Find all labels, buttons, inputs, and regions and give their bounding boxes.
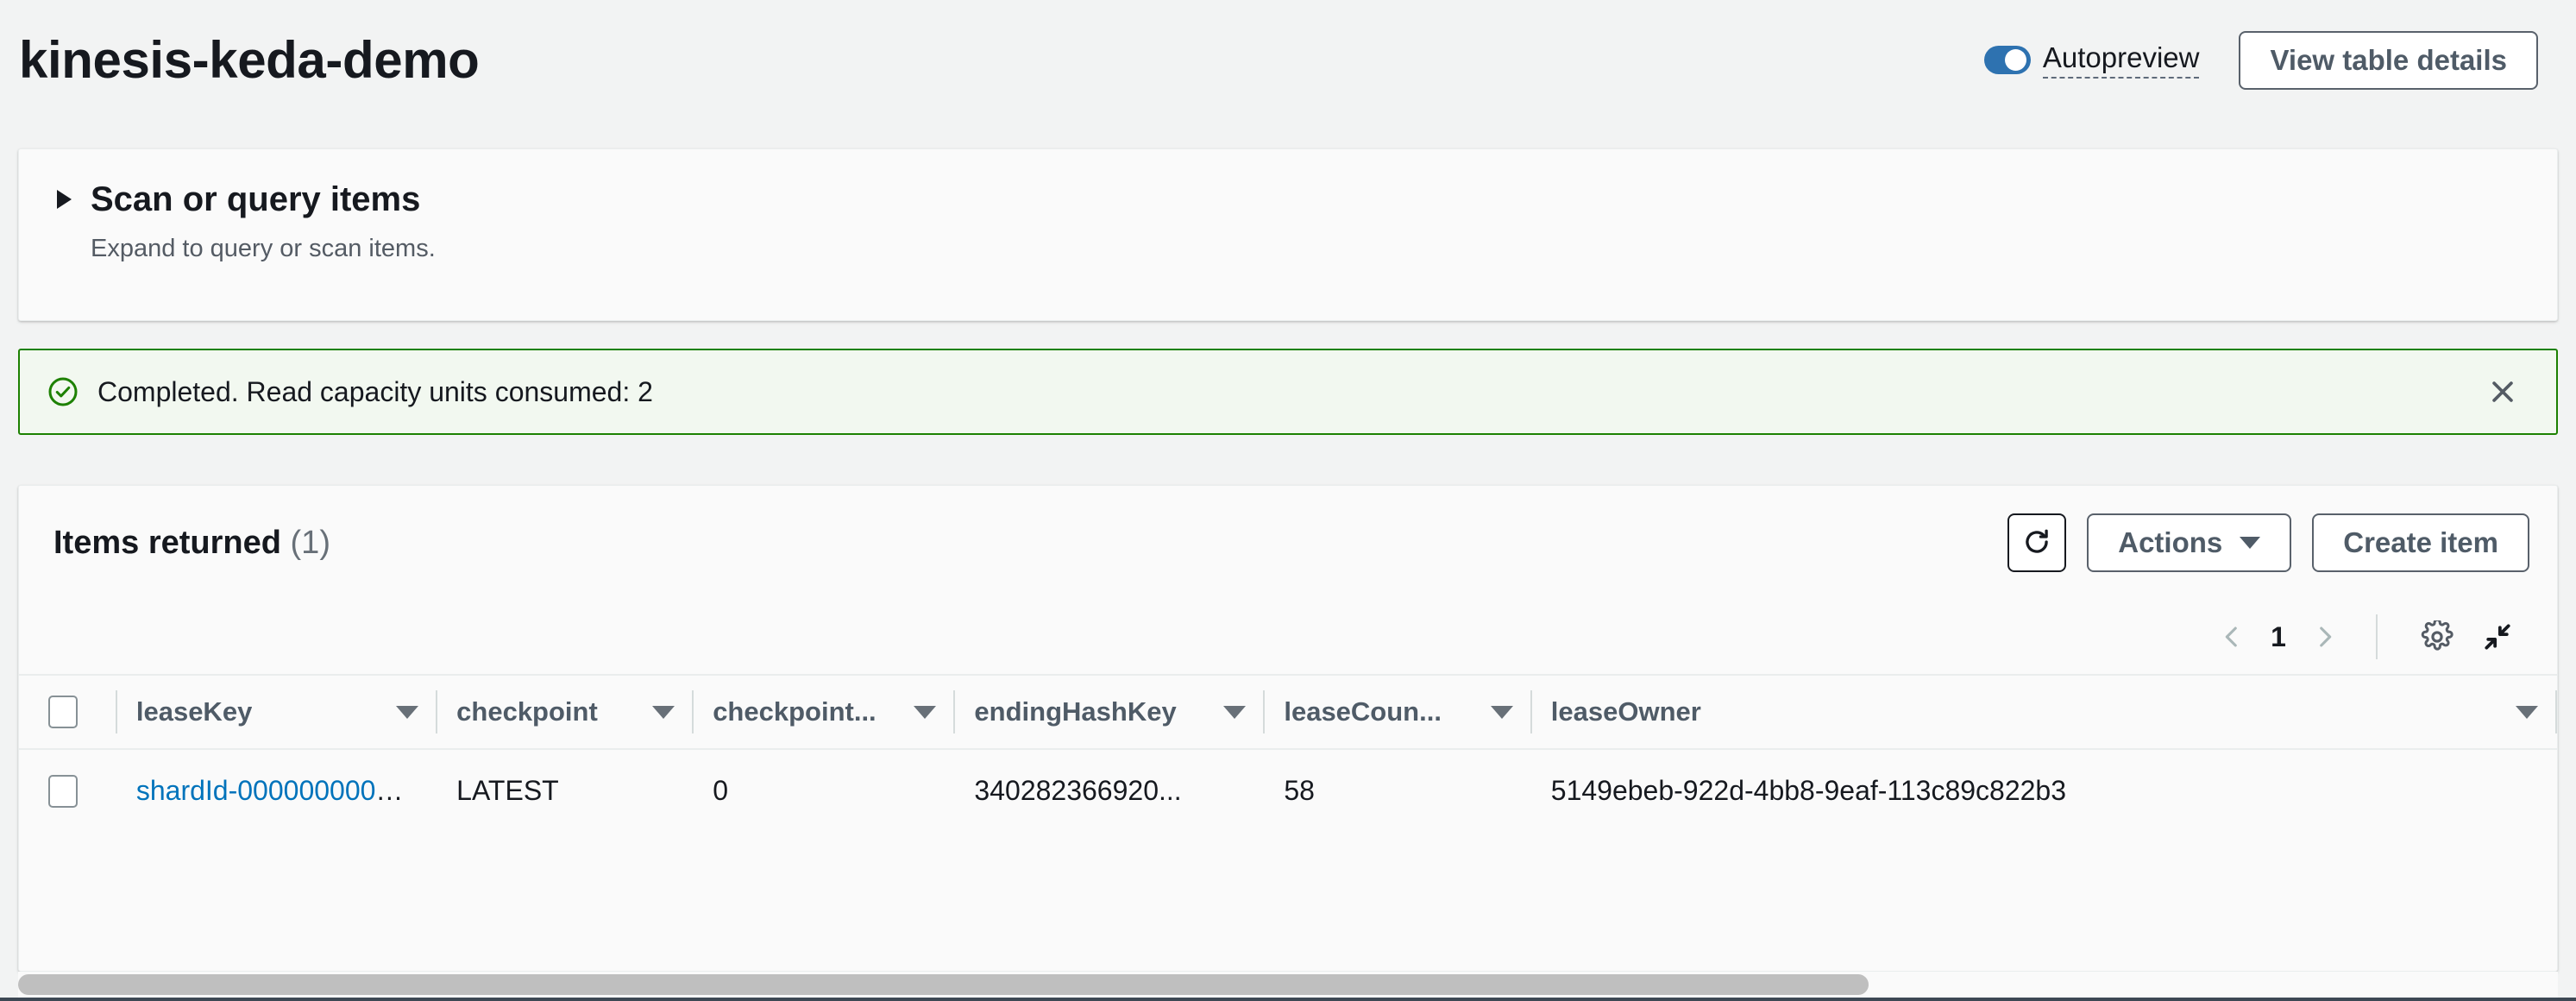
create-item-button[interactable]: Create item bbox=[2312, 513, 2529, 572]
scan-or-query-panel: Scan or query items Expand to query or s… bbox=[18, 148, 2558, 321]
select-all-checkbox[interactable] bbox=[48, 696, 78, 729]
items-table: leaseKey checkpoint checkpoint... ending… bbox=[19, 674, 2557, 832]
page-title: kinesis-keda-demo bbox=[19, 31, 480, 89]
toolbar-divider bbox=[2376, 614, 2378, 659]
autopreview-toggle[interactable]: Autopreview bbox=[1983, 42, 2200, 79]
sort-descending-icon[interactable] bbox=[1223, 705, 1247, 719]
items-returned-label: Items returned bbox=[53, 525, 281, 561]
items-returned-count: (1) bbox=[290, 525, 330, 561]
sort-descending-icon[interactable] bbox=[396, 705, 419, 719]
cell-leasekey: shardId-000000000000 bbox=[117, 749, 437, 832]
column-label: leaseCoun... bbox=[1284, 696, 1442, 727]
check-circle-icon bbox=[47, 376, 79, 407]
table-header-row: leaseKey checkpoint checkpoint... ending… bbox=[19, 675, 2557, 749]
table-scroll-region: leaseKey checkpoint checkpoint... ending… bbox=[19, 674, 2557, 971]
column-header-checkpoint[interactable]: checkpoint bbox=[437, 675, 694, 749]
table-toolbar-actions: Actions Create item bbox=[2007, 513, 2529, 572]
sort-descending-icon[interactable] bbox=[2516, 705, 2538, 719]
cell-endinghashkey: 340282366920... bbox=[974, 775, 1182, 806]
sort-descending-icon[interactable] bbox=[652, 705, 675, 719]
cell-checkpoint: LATEST bbox=[456, 775, 559, 806]
scan-panel-header[interactable]: Scan or query items bbox=[57, 180, 2519, 218]
column-label: checkpoint bbox=[456, 696, 598, 727]
caret-right-icon[interactable] bbox=[57, 190, 72, 209]
select-all-header bbox=[19, 675, 117, 749]
chevron-down-icon bbox=[2240, 537, 2261, 549]
column-label: checkpoint... bbox=[713, 696, 876, 727]
row-select-cell bbox=[19, 749, 117, 832]
column-header-leaseowner[interactable]: leaseOwner bbox=[1532, 675, 2557, 749]
alert-message: Completed. Read capacity units consumed:… bbox=[97, 375, 653, 407]
column-divider bbox=[2555, 690, 2557, 733]
refresh-button[interactable] bbox=[2007, 513, 2067, 572]
column-header-checkpoint-sub[interactable]: checkpoint... bbox=[694, 675, 956, 749]
pagination-row: 1 bbox=[19, 600, 2557, 674]
sort-descending-icon[interactable] bbox=[914, 705, 937, 719]
chevron-right-icon[interactable] bbox=[2298, 610, 2352, 664]
column-label: endingHashKey bbox=[974, 696, 1177, 727]
column-header-leasecount[interactable]: leaseCoun... bbox=[1265, 675, 1532, 749]
toggle-knob bbox=[2004, 49, 2026, 72]
toggle-switch[interactable] bbox=[1983, 46, 2031, 75]
table-head: leaseKey checkpoint checkpoint... ending… bbox=[19, 675, 2557, 749]
page-header: kinesis-keda-demo Autopreview View table… bbox=[0, 0, 2576, 121]
chevron-left-icon[interactable] bbox=[2205, 610, 2259, 664]
row-checkbox[interactable] bbox=[48, 775, 78, 809]
actions-button[interactable]: Actions bbox=[2087, 513, 2292, 572]
scan-panel-title: Scan or query items bbox=[91, 180, 421, 218]
items-returned-heading: Items returned (1) bbox=[53, 526, 330, 559]
view-table-details-button[interactable]: View table details bbox=[2239, 31, 2538, 90]
cell-leasecount: 58 bbox=[1284, 775, 1315, 806]
gear-icon[interactable] bbox=[2410, 610, 2464, 664]
autopreview-label: Autopreview bbox=[2042, 42, 2200, 79]
page-number[interactable]: 1 bbox=[2259, 621, 2298, 653]
leasekey-link[interactable]: shardId-000000000000 bbox=[136, 775, 422, 806]
cell-leaseowner: 5149ebeb-922d-4bb8-9eaf-113c89c822b3 bbox=[1550, 775, 2067, 806]
column-header-leasekey[interactable]: leaseKey bbox=[117, 675, 438, 749]
scan-panel-subtitle: Expand to query or scan items. bbox=[91, 235, 436, 262]
column-label: leaseOwner bbox=[1550, 696, 1701, 727]
sort-descending-icon[interactable] bbox=[1490, 705, 1513, 719]
refresh-icon bbox=[2020, 526, 2053, 561]
header-actions: Autopreview View table details bbox=[1983, 31, 2538, 90]
items-returned-panel: Items returned (1) Actions Create item 1… bbox=[18, 485, 2558, 972]
table-toolbar: Items returned (1) Actions Create item bbox=[19, 486, 2557, 600]
page-root: kinesis-keda-demo Autopreview View table… bbox=[0, 0, 2576, 1001]
table-row[interactable]: shardId-000000000000 LATEST 0 3402823669… bbox=[19, 749, 2557, 832]
table-body: shardId-000000000000 LATEST 0 3402823669… bbox=[19, 749, 2557, 832]
close-icon[interactable] bbox=[2484, 373, 2522, 411]
window-bottom-edge bbox=[0, 998, 2576, 1001]
horizontal-scrollbar[interactable] bbox=[18, 972, 2558, 998]
cell-checkpoint-sub: 0 bbox=[713, 775, 728, 806]
scrollbar-thumb[interactable] bbox=[18, 974, 1869, 995]
status-alert: Completed. Read capacity units consumed:… bbox=[18, 349, 2558, 435]
collapse-arrows-icon[interactable] bbox=[2471, 610, 2524, 664]
column-label: leaseKey bbox=[135, 696, 253, 727]
actions-label: Actions bbox=[2118, 526, 2223, 558]
column-header-endinghashkey[interactable]: endingHashKey bbox=[955, 675, 1266, 749]
